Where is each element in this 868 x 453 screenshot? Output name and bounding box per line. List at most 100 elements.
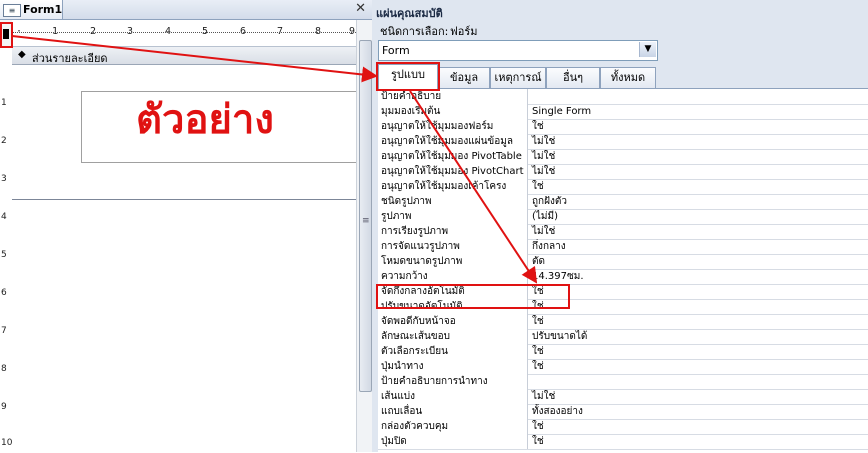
property-value[interactable]: 14.397ซม. bbox=[529, 269, 868, 284]
property-name: โหมดขนาดรูปภาพ bbox=[378, 254, 528, 269]
tab-event[interactable]: เหตุการณ์ bbox=[490, 67, 546, 88]
property-value[interactable]: ไม่ใช่ bbox=[529, 149, 868, 164]
ruler-tick: 7 bbox=[1, 326, 7, 336]
property-sheet-title: แผ่นคุณสมบัติ bbox=[376, 7, 443, 20]
property-name: ชนิดรูปภาพ bbox=[378, 194, 528, 209]
property-name: การจัดแนวรูปภาพ bbox=[378, 239, 528, 254]
ruler-tick: 1 bbox=[1, 98, 7, 108]
property-value[interactable]: ถูกฝังตัว bbox=[529, 194, 868, 209]
property-name: การเรียงรูปภาพ bbox=[378, 224, 528, 239]
vertical-scrollbar[interactable]: ≡ bbox=[356, 20, 372, 452]
property-name: แถบเลื่อน bbox=[378, 404, 528, 419]
property-row[interactable]: จัดพอดีกับหน้าจอ ใช่ bbox=[378, 314, 868, 330]
property-row[interactable]: จัดกึ่งกลางอัตโนมัติ ใช่ bbox=[378, 284, 868, 300]
property-value[interactable]: ใช่ bbox=[529, 419, 868, 434]
property-row[interactable]: รูปภาพ (ไม่มี) bbox=[378, 209, 868, 225]
object-selector-dropdown[interactable]: Form ▼ bbox=[378, 40, 658, 61]
property-value[interactable]: ใช่ bbox=[529, 344, 868, 359]
property-row[interactable]: ปุ่มนำทาง ใช่ bbox=[378, 359, 868, 375]
document-tab-bar: ≡ Form1 ✕ bbox=[0, 0, 372, 20]
property-row[interactable]: ความกว้าง 14.397ซม. bbox=[378, 269, 868, 285]
property-name: เส้นแบ่ง bbox=[378, 389, 528, 404]
property-name: อนุญาตให้ใช้มุมมองฟอร์ม bbox=[378, 119, 528, 134]
property-value[interactable]: ไม่ใช่ bbox=[529, 389, 868, 404]
property-row[interactable]: ชนิดรูปภาพ ถูกฝังตัว bbox=[378, 194, 868, 210]
property-row[interactable]: กล่องตัวควบคุม ใช่ bbox=[378, 419, 868, 435]
chevron-down-icon[interactable]: ▼ bbox=[639, 42, 656, 57]
property-name: อนุญาตให้ใช้มุมมอง PivotTable bbox=[378, 149, 528, 164]
property-value[interactable]: ใช่ bbox=[529, 359, 868, 374]
property-row[interactable]: การจัดแนวรูปภาพ กึ่งกลาง bbox=[378, 239, 868, 255]
grip-icon: ≡ bbox=[362, 216, 370, 226]
property-value[interactable]: ใช่ bbox=[529, 284, 868, 299]
selection-type-value: ฟอร์ม bbox=[450, 25, 478, 38]
property-row[interactable]: อนุญาตให้ใช้มุมมองฟอร์ม ใช่ bbox=[378, 119, 868, 135]
property-value[interactable]: ใช่ bbox=[529, 119, 868, 134]
tab-other[interactable]: อื่นๆ bbox=[546, 67, 600, 88]
section-arrow-icon: ◆ bbox=[18, 49, 26, 60]
property-row[interactable]: ลักษณะเส้นขอบ ปรับขนาดได้ bbox=[378, 329, 868, 345]
property-grid: ป้ายคำอธิบาย มุมมองเริ่มต้น Single Form อนุ… bbox=[378, 88, 868, 453]
ruler-tick: 8 bbox=[1, 364, 7, 374]
close-icon[interactable]: ✕ bbox=[355, 1, 366, 16]
form-background bbox=[12, 199, 356, 453]
property-row[interactable]: ปรับขนาดอัตโนมัติ ใช่ bbox=[378, 299, 868, 315]
property-row[interactable]: อนุญาตให้ใช้มุมมอง PivotChart ไม่ใช่ bbox=[378, 164, 868, 180]
property-name: ป้ายคำอธิบาย bbox=[378, 89, 528, 104]
scrollbar-thumb[interactable]: ≡ bbox=[359, 40, 372, 392]
ruler-tick: 3 bbox=[1, 174, 7, 184]
property-name: จัดกึ่งกลางอัตโนมัติ bbox=[378, 284, 528, 299]
property-row[interactable]: เส้นแบ่ง ไม่ใช่ bbox=[378, 389, 868, 405]
tab-form1[interactable]: ≡ Form1 bbox=[0, 0, 63, 19]
property-value[interactable]: ปรับขนาดได้ bbox=[529, 329, 868, 344]
property-name: ปุ่มนำทาง bbox=[378, 359, 528, 374]
property-row[interactable]: ปุ่มปิด ใช่ bbox=[378, 434, 868, 450]
form-icon: ≡ bbox=[3, 4, 21, 17]
ruler-tick: 6 bbox=[1, 288, 7, 298]
property-row[interactable]: ป้ายคำอธิบายการนำทาง bbox=[378, 374, 868, 390]
property-row[interactable]: แถบเลื่อน ทั้งสองอย่าง bbox=[378, 404, 868, 420]
property-value[interactable]: ใช่ bbox=[529, 434, 868, 449]
tab-all-label: ทั้งหมด bbox=[610, 71, 646, 84]
tab-form1-label: Form1 bbox=[23, 3, 63, 16]
property-value[interactable]: ใช่ bbox=[529, 179, 868, 194]
tab-format-label: รูปแบบ bbox=[391, 68, 425, 81]
property-name: ป้ายคำอธิบายการนำทาง bbox=[378, 374, 528, 389]
form-designer: ≡ Form1 ✕ · 1 2 3 4 5 6 7 8 9 ◆ ส่วนรายล… bbox=[0, 0, 373, 453]
tab-data[interactable]: ข้อมูล bbox=[438, 67, 490, 88]
property-row[interactable]: อนุญาตให้ใช้มุมมองเค้าโครง ใช่ bbox=[378, 179, 868, 195]
property-name: อนุญาตให้ใช้มุมมองเค้าโครง bbox=[378, 179, 528, 194]
tab-all[interactable]: ทั้งหมด bbox=[600, 67, 656, 88]
property-name: กล่องตัวควบคุม bbox=[378, 419, 528, 434]
tab-event-label: เหตุการณ์ bbox=[494, 71, 542, 84]
tab-data-label: ข้อมูล bbox=[449, 71, 479, 84]
property-row[interactable]: การเรียงรูปภาพ ไม่ใช่ bbox=[378, 224, 868, 240]
detail-section-bar[interactable]: ◆ ส่วนรายละเอียด bbox=[12, 47, 356, 65]
property-row[interactable]: อนุญาตให้ใช้มุมมองแผ่นข้อมูล ไม่ใช่ bbox=[378, 134, 868, 150]
property-value[interactable]: ไม่ใช่ bbox=[529, 224, 868, 239]
property-value[interactable] bbox=[529, 89, 868, 104]
tab-format[interactable]: รูปแบบ bbox=[378, 64, 438, 89]
property-row[interactable]: ป้ายคำอธิบาย bbox=[378, 89, 868, 105]
property-sheet: แผ่นคุณสมบัติ ชนิดการเลือก: ฟอร์ม Form ▼… bbox=[372, 0, 868, 453]
property-name: ความกว้าง bbox=[378, 269, 528, 284]
property-value[interactable]: ไม่ใช่ bbox=[529, 164, 868, 179]
detail-section-label: ส่วนรายละเอียด bbox=[32, 52, 108, 65]
property-row[interactable]: โหมดขนาดรูปภาพ ตัด bbox=[378, 254, 868, 270]
property-row[interactable]: มุมมองเริ่มต้น Single Form bbox=[378, 104, 868, 120]
title-label-text: ตัวอย่าง bbox=[136, 97, 274, 143]
property-value[interactable]: ทั้งสองอย่าง bbox=[529, 404, 868, 419]
property-value[interactable]: Single Form bbox=[529, 104, 868, 119]
property-value[interactable]: ใช่ bbox=[529, 299, 868, 314]
property-value[interactable]: กึ่งกลาง bbox=[529, 239, 868, 254]
property-value[interactable]: ตัด bbox=[529, 254, 868, 269]
property-name: ปุ่มปิด bbox=[378, 434, 528, 449]
property-row[interactable]: อนุญาตให้ใช้มุมมอง PivotTable ไม่ใช่ bbox=[378, 149, 868, 165]
property-value[interactable] bbox=[529, 374, 868, 389]
property-value[interactable]: ไม่ใช่ bbox=[529, 134, 868, 149]
property-value[interactable]: (ไม่มี) bbox=[529, 209, 868, 224]
property-value[interactable]: ใช่ bbox=[529, 314, 868, 329]
property-name: รูปภาพ bbox=[378, 209, 528, 224]
property-row[interactable]: ตัวเลือกระเบียน ใช่ bbox=[378, 344, 868, 360]
form-selector-marker[interactable] bbox=[3, 29, 9, 39]
